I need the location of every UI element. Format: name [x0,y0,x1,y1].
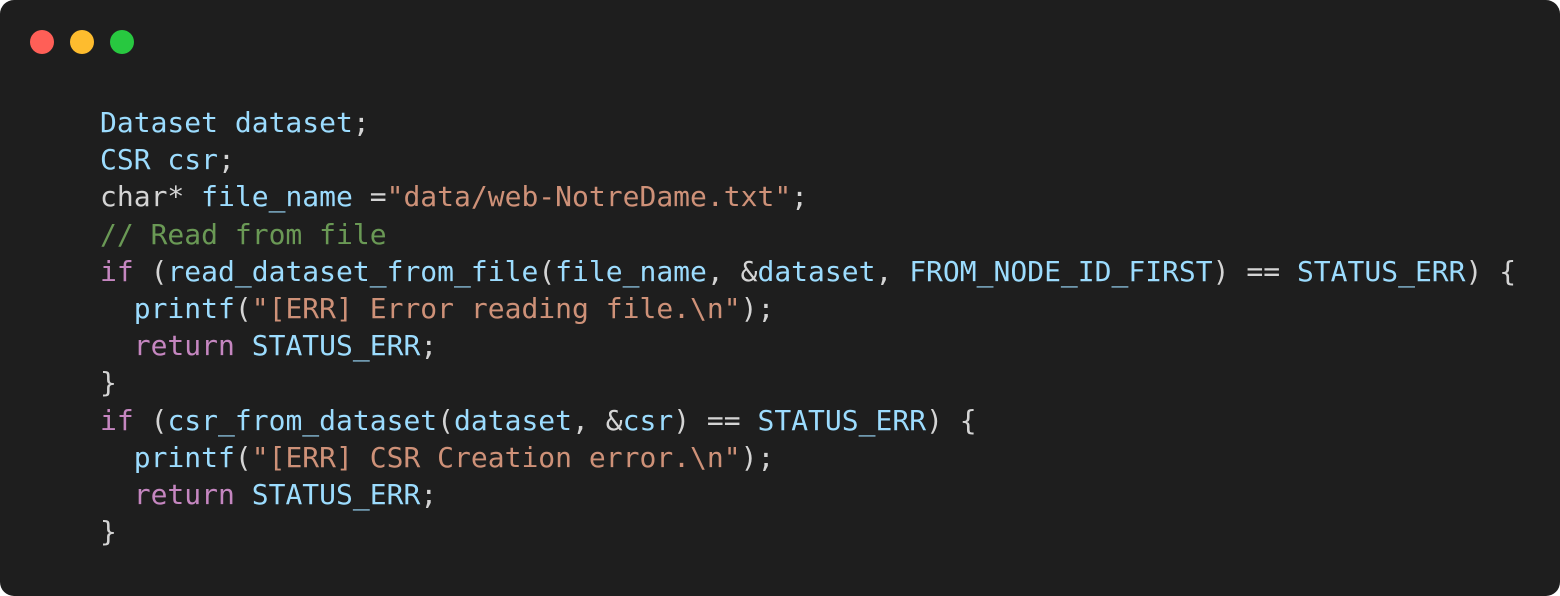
maximize-button[interactable] [110,30,134,54]
code-token: ( [133,254,168,288]
code-token: , [875,254,910,288]
code-line: printf("[ERR] CSR Creation error.\n"); [100,439,1516,476]
code-token: ; [352,106,370,139]
code-token: "[ERR] CSR Creation error.\n" [251,440,741,474]
window-controls [30,30,134,54]
code-token: return [133,329,235,363]
code-line: return STATUS_ERR; [100,327,1516,364]
code-line: CSR csr; [100,141,1516,178]
code-token: STATUS_ERR [251,329,421,363]
code-token: csr [622,403,674,437]
code-token: ) { [926,403,977,437]
code-token: ; [420,329,438,363]
code-token: "[ERR] Error reading file.\n" [251,291,741,325]
code-token: file_name [555,254,707,288]
code-token: ( [133,403,168,437]
code-token: read_dataset_from_file [167,254,539,288]
code-token: ; [420,477,438,511]
code-token: CSR csr [100,143,219,177]
code-line: if (read_dataset_from_file(file_name, &d… [100,253,1516,290]
code-token: Dataset dataset [100,106,353,139]
code-line: Dataset dataset; [100,104,1516,141]
code-token: dataset [454,403,573,437]
code-token: csr_from_dataset [167,403,438,437]
code-token: if [100,254,134,288]
code-token: // Read from file [100,217,387,251]
code-token: , & [706,254,758,288]
code-token: STATUS_ERR [251,477,421,511]
code-token: printf [133,291,235,325]
code-token: ); [740,440,775,474]
code-token: ( [437,403,455,437]
code-line: printf("[ERR] Error reading file.\n"); [100,290,1516,327]
code-token: STATUS_ERR [757,403,927,437]
code-token: STATUS_ERR [1296,254,1466,288]
code-block: Dataset dataset; CSR csr; char* file_name … [100,104,1516,550]
code-token: ( [234,440,252,474]
code-token: ) == [1212,254,1297,288]
code-token: ( [538,254,556,288]
code-token: ; [791,180,809,214]
code-token: printf [133,440,235,474]
code-token: } [100,515,117,549]
code-token: } [100,366,117,400]
code-line: char* file_name ="data/web-NotreDame.txt… [100,178,1516,215]
code-token: "data/web-NotreDame.txt" [386,180,792,214]
code-token: FROM_NODE_ID_FIRST [909,254,1213,288]
code-token: if [100,403,134,437]
code-token: ) == [673,403,758,437]
code-token: dataset [757,254,876,288]
code-token: file_name [201,180,353,214]
code-line: // Read from file [100,216,1516,253]
code-line: if (csr_from_dataset(dataset, &csr) == S… [100,402,1516,439]
code-token: return [133,477,235,511]
close-button[interactable] [30,30,54,54]
code-token: ( [234,291,252,325]
code-line: } [100,364,1516,401]
code-token: = [352,180,387,214]
code-token: , & [572,403,623,437]
code-token: ) { [1465,254,1517,288]
code-token: char* [100,180,202,214]
minimize-button[interactable] [70,30,94,54]
code-window: Dataset dataset; CSR csr; char* file_name … [0,0,1560,596]
code-line: } [100,513,1516,550]
code-token: ; [218,143,235,177]
code-token: ); [740,291,775,325]
code-line: return STATUS_ERR; [100,476,1516,513]
